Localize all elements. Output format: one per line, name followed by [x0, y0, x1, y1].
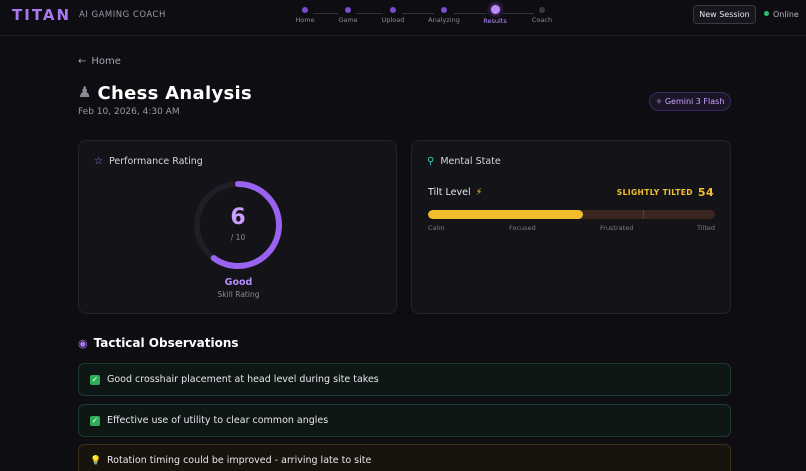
step-dot: [390, 7, 396, 13]
scale-label: Calm: [428, 224, 445, 232]
performance-card: ☆ Performance Rating 6 / 10 Good Skill Ra…: [78, 140, 397, 314]
model-badge[interactable]: ✧ Gemini 3 Flash: [649, 92, 731, 111]
step-coach[interactable]: Coach: [512, 5, 572, 24]
page-title-row: ♟ Chess Analysis: [78, 83, 252, 107]
tilt-bar-fill: [428, 210, 583, 219]
scale-label: Tilted: [696, 224, 715, 232]
tilt-bar-tick: [643, 210, 644, 219]
lightbulb-icon: ⚲: [427, 156, 435, 167]
score-value: 6: [230, 205, 246, 230]
online-status: Online: [764, 10, 799, 19]
chess-pawn-icon: ♟: [78, 83, 92, 101]
new-session-button[interactable]: New Session: [693, 5, 756, 24]
observation-item: ✓ Effective use of utility to clear comm…: [78, 404, 731, 437]
model-label: Gemini 3 Flash: [664, 97, 725, 106]
tilt-bar: [428, 210, 715, 219]
step-dot: [345, 7, 351, 13]
arrow-left-icon: ←: [78, 56, 87, 67]
mental-card-header: ⚲ Mental State: [427, 156, 501, 167]
sparkle-icon: ✧: [655, 97, 665, 106]
step-label: Coach: [531, 16, 553, 24]
step-dot: [539, 7, 545, 13]
bulb-icon: 💡: [90, 456, 102, 466]
mental-title: Mental State: [440, 156, 501, 167]
check-icon: ✓: [90, 375, 100, 385]
top-nav: TITAN AI GAMING COACH Home Game Upload A…: [0, 0, 806, 36]
observation-text: Good crosshair placement at head level d…: [107, 374, 379, 385]
check-icon: ✓: [90, 416, 100, 426]
tilt-status-text: SLIGHTLY TILTED: [616, 188, 693, 197]
session-date: Feb 10, 2026, 4:30 AM: [78, 107, 180, 117]
mental-state-card: ⚲ Mental State Tilt Level ⚡ SLIGHTLY TILTE…: [411, 140, 731, 314]
tilt-value: 54: [697, 186, 714, 199]
tilt-scale: Calm Focused Frustrated Tilted: [428, 224, 715, 234]
performance-card-header: ☆ Performance Rating: [94, 156, 203, 167]
lightning-icon: ⚡: [475, 187, 483, 198]
status-dot-icon: [764, 11, 769, 16]
performance-title: Performance Rating: [108, 156, 203, 167]
page-title: Chess Analysis: [97, 83, 252, 104]
star-icon: ☆: [94, 156, 103, 167]
status-label: Online: [773, 10, 799, 19]
tilt-status: SLIGHTLY TILTED 54: [617, 186, 714, 199]
observation-text: Effective use of utility to clear common…: [107, 415, 329, 426]
scale-label: Focused: [509, 224, 536, 232]
tilt-label-text: Tilt Level: [428, 187, 471, 198]
step-dot: [302, 7, 308, 13]
observation-text: Rotation timing could be improved - arri…: [107, 455, 372, 466]
eye-icon: ◉: [78, 337, 88, 350]
grade-sublabel: Skill Rating: [217, 290, 260, 299]
score-max: / 10: [230, 233, 246, 242]
observation-item: ✓ Good crosshair placement at head level…: [78, 363, 731, 396]
tactical-title: Tactical Observations: [93, 336, 239, 350]
progress-steps: Home Game Upload Analyzing Results Coach: [0, 0, 806, 36]
step-dot: [441, 7, 447, 13]
scale-label: Frustrated: [600, 224, 634, 232]
observation-item: 💡 Rotation timing could be improved - ar…: [78, 444, 731, 471]
back-link[interactable]: ← Home: [78, 56, 121, 67]
back-label: Home: [91, 56, 121, 67]
tilt-level-label: Tilt Level ⚡: [428, 187, 482, 198]
step-dot-active: [490, 5, 500, 14]
grade-label: Good: [224, 277, 253, 288]
tactical-section-title: ◉ Tactical Observations: [78, 336, 239, 350]
